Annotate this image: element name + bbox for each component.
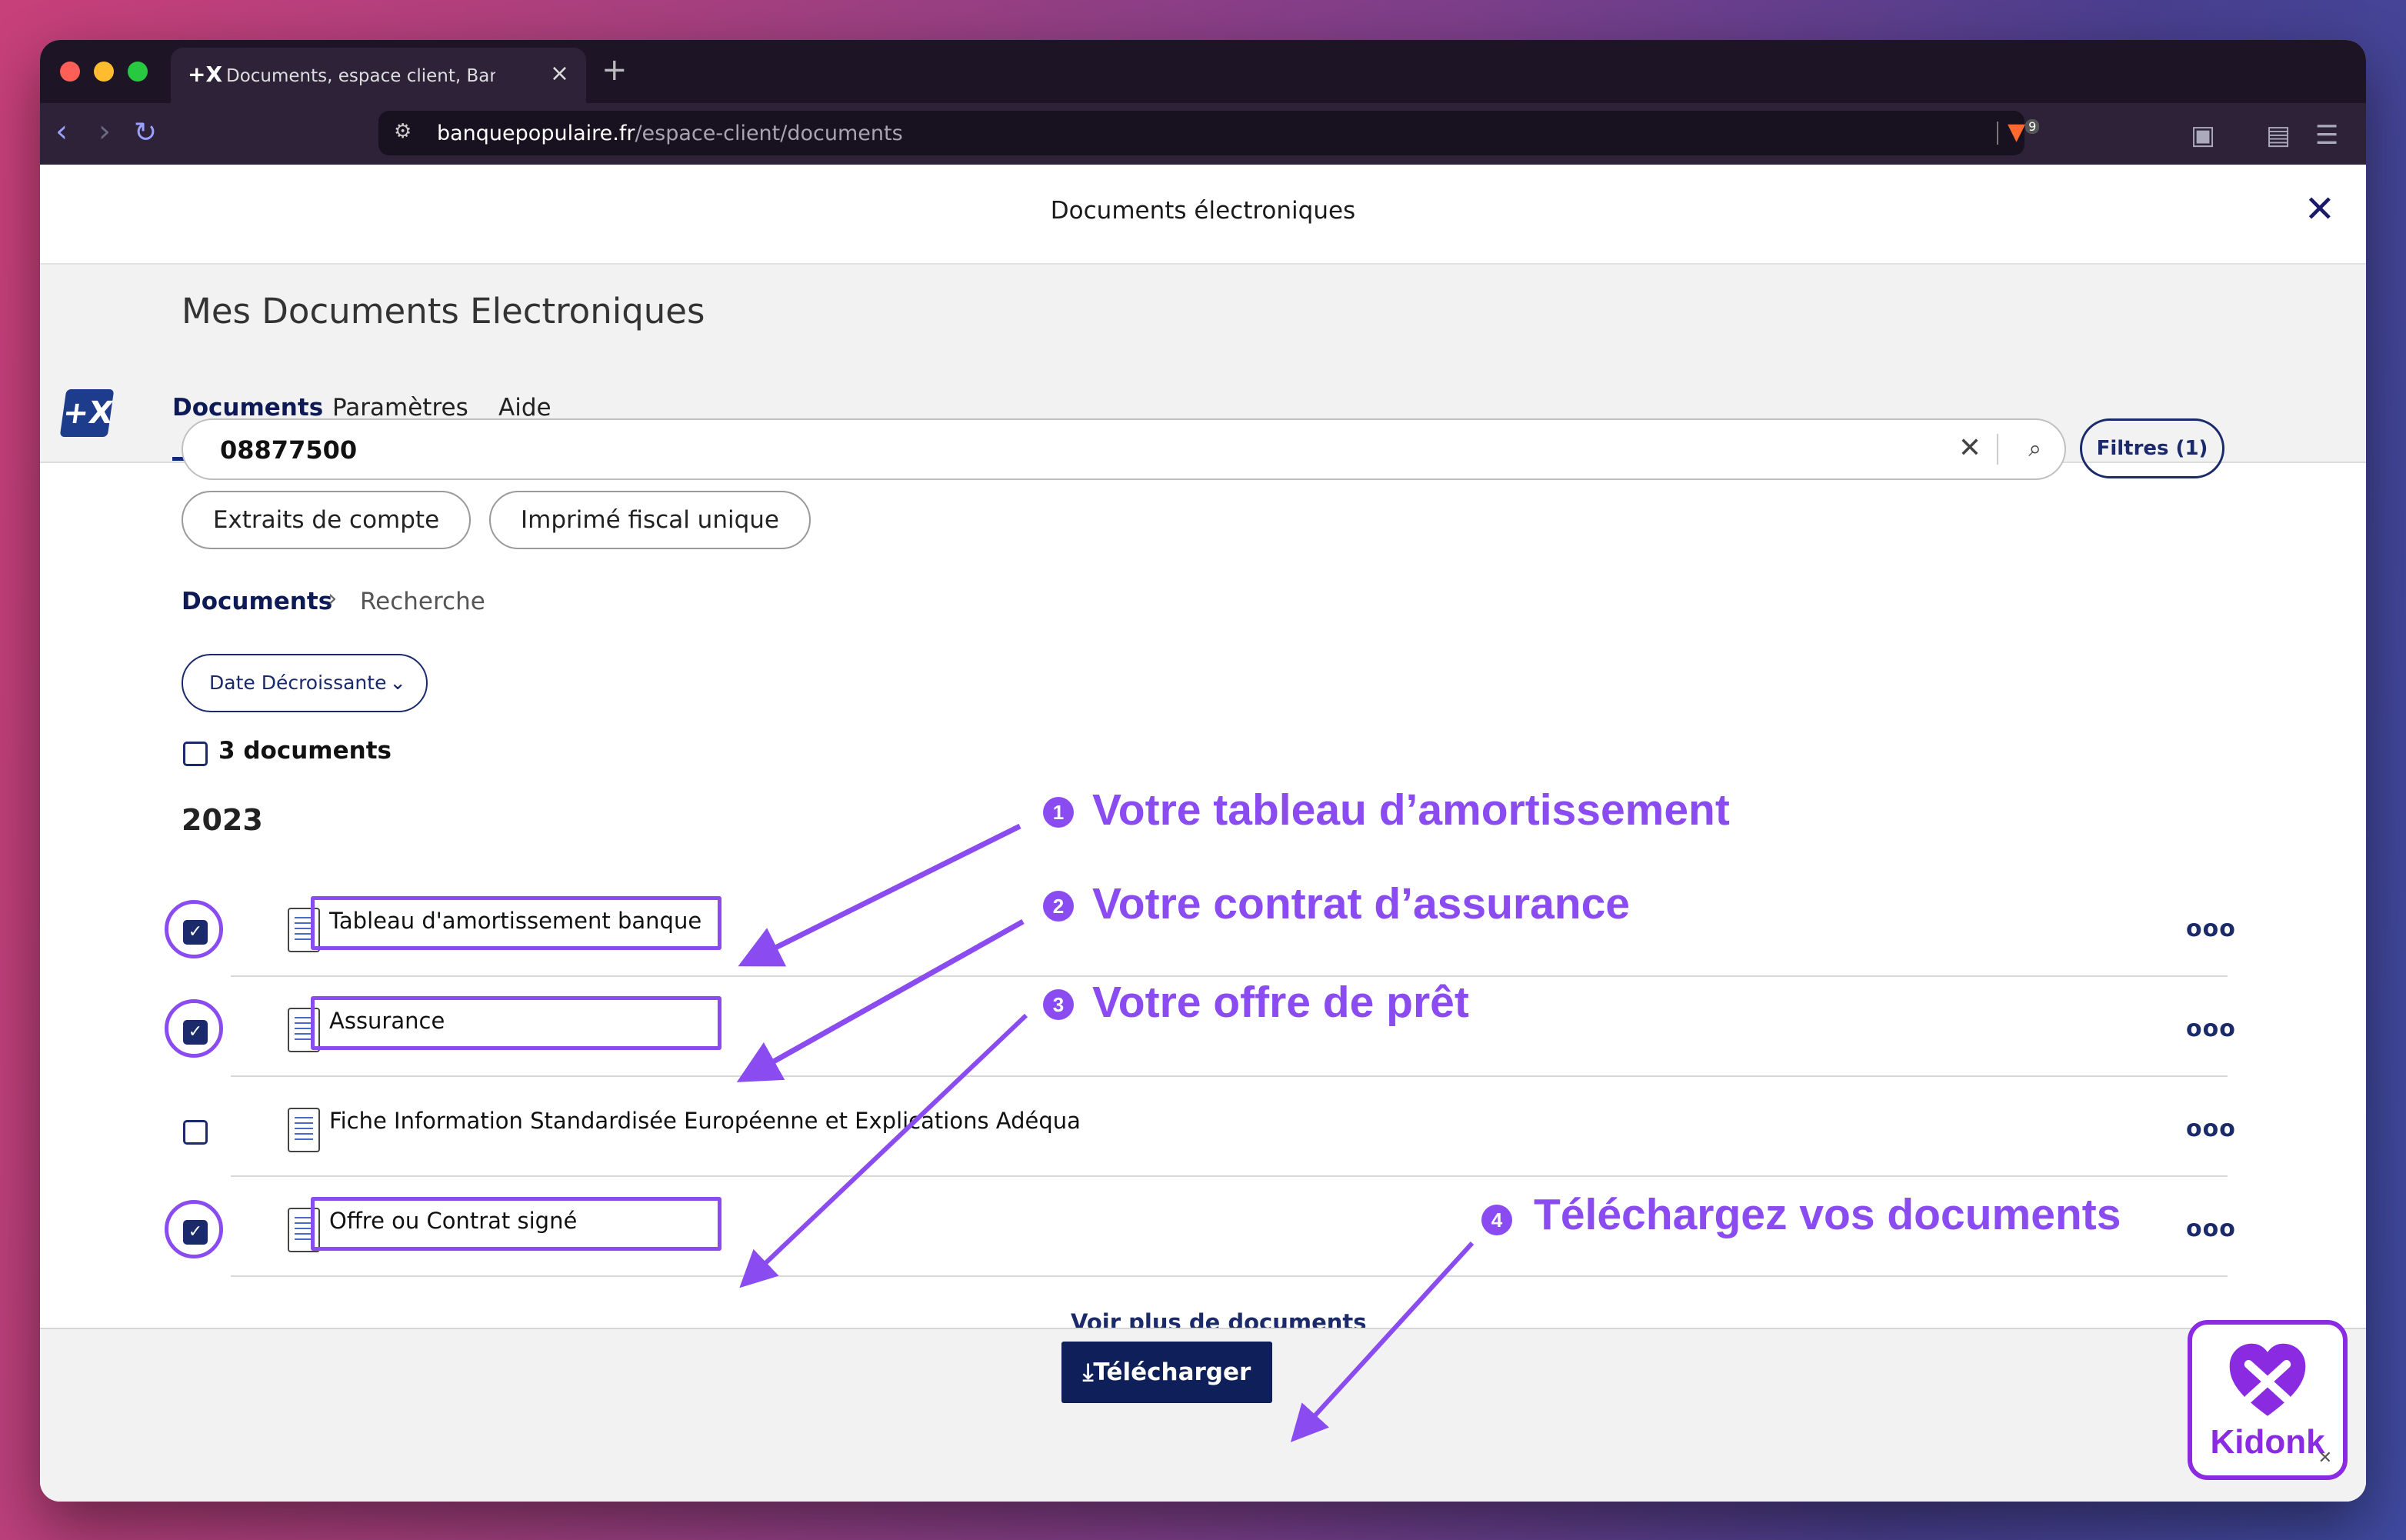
heart-icon [2229, 1343, 2306, 1416]
annotation-arrows [736, 823, 1475, 1442]
arrow-4 [1290, 1241, 1475, 1442]
arrow-2 [736, 918, 1025, 1082]
widget-close-icon[interactable]: ✕ [2318, 1448, 2332, 1468]
kidonk-widget[interactable]: Kidonk ✕ [2188, 1320, 2348, 1480]
arrow-1 [738, 823, 1021, 967]
